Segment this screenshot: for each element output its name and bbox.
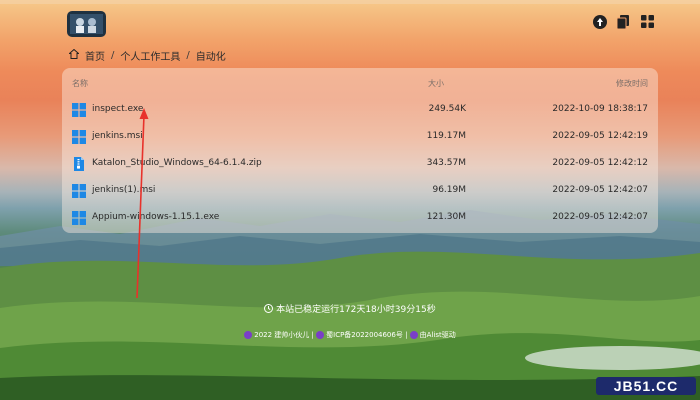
upload-icon[interactable]	[592, 14, 607, 29]
file-list-panel: 名称 大小 修改时间 inspect.exe 249.54K 2022-10-0…	[62, 68, 658, 233]
file-size: 121.30M	[426, 212, 466, 222]
file-date: 2022-10-09 18:38:17	[552, 104, 648, 114]
footer-separator: |	[311, 331, 314, 339]
breadcrumb: 首页 / 个人工作工具 / 自动化	[68, 48, 226, 63]
file-name[interactable]: Katalon_Studio_Windows_64-6.1.4.zip	[92, 158, 262, 168]
clock-icon	[264, 304, 276, 315]
windows-icon	[72, 183, 86, 198]
file-size: 249.54K	[428, 104, 466, 114]
header-size[interactable]: 大小	[428, 78, 444, 89]
file-date: 2022-09-05 12:42:12	[552, 158, 648, 168]
file-list-header: 名称 大小 修改时间	[72, 78, 648, 92]
file-row-katalon[interactable]: Katalon_Studio_Windows_64-6.1.4.zip 343.…	[72, 150, 648, 176]
owner-link[interactable]: 2022 建帅小伙儿	[254, 331, 309, 339]
site-watermark: JB51.CC	[596, 377, 696, 395]
windows-icon	[72, 129, 86, 144]
header-name[interactable]: 名称	[72, 78, 88, 89]
footer: 2022 建帅小伙儿 | 蜀ICP备2022004606号 | 由Alist驱动	[0, 330, 700, 340]
alist-icon	[409, 331, 418, 339]
file-date: 2022-09-05 12:42:07	[552, 185, 648, 195]
file-name[interactable]: jenkins(1).msi	[92, 185, 155, 195]
breadcrumb-separator: /	[111, 50, 115, 61]
icp-link[interactable]: 蜀ICP备2022004606号	[326, 331, 403, 339]
file-name[interactable]: jenkins.msi	[92, 131, 143, 141]
powered-by-link[interactable]: 由Alist驱动	[420, 331, 456, 339]
file-size: 343.57M	[426, 158, 466, 168]
header-date[interactable]: 修改时间	[616, 78, 648, 89]
file-name[interactable]: inspect.exe	[92, 104, 143, 114]
breadcrumb-item-automation[interactable]: 自动化	[196, 48, 226, 63]
zip-file-icon	[72, 156, 86, 171]
windows-icon	[72, 210, 86, 225]
site-logo[interactable]	[67, 11, 106, 37]
file-name[interactable]: Appium-windows-1.15.1.exe	[92, 212, 219, 222]
badge-icon	[316, 331, 325, 339]
file-size: 96.19M	[432, 185, 466, 195]
footer-separator: |	[405, 331, 408, 339]
file-size: 119.17M	[426, 131, 466, 141]
home-icon[interactable]	[68, 48, 80, 62]
breadcrumb-item-tools[interactable]: 个人工作工具	[120, 48, 180, 63]
top-strip	[0, 0, 700, 4]
uptime-text: 本站已稳定运行172天18小时39分15秒	[276, 305, 436, 315]
file-row-jenkins[interactable]: jenkins.msi 119.17M 2022-09-05 12:42:19	[72, 123, 648, 149]
file-row-appium[interactable]: Appium-windows-1.15.1.exe 121.30M 2022-0…	[72, 204, 648, 230]
breadcrumb-separator: /	[186, 50, 190, 61]
heart-icon	[244, 331, 253, 339]
copy-icon[interactable]	[616, 14, 631, 29]
windows-icon	[72, 102, 86, 117]
file-row-jenkins-1[interactable]: jenkins(1).msi 96.19M 2022-09-05 12:42:0…	[72, 177, 648, 203]
top-toolbar	[592, 14, 655, 29]
file-date: 2022-09-05 12:42:07	[552, 212, 648, 222]
grid-icon[interactable]	[640, 14, 655, 29]
breadcrumb-home[interactable]: 首页	[85, 48, 105, 63]
uptime-status: 本站已稳定运行172天18小时39分15秒	[0, 302, 700, 315]
file-row-inspect[interactable]: inspect.exe 249.54K 2022-10-09 18:38:17	[72, 96, 648, 122]
file-date: 2022-09-05 12:42:19	[552, 131, 648, 141]
